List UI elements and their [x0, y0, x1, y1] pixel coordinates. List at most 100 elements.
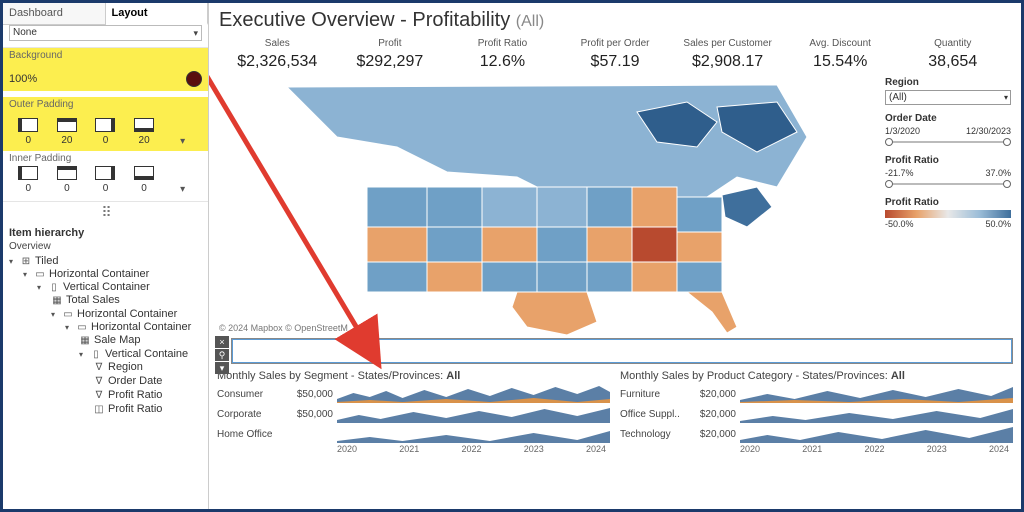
filter-panel: Region (All) Order Date 1/3/2020 12/30/20… — [883, 77, 1013, 335]
kpi-row: Sales $2,326,534 Profit $292,297 Profit Ra… — [217, 38, 1013, 77]
pad-left-icon — [18, 118, 38, 132]
monthly-sales-segment[interactable]: Monthly Sales by Segment - States/Provin… — [217, 370, 610, 454]
item-hierarchy-title: Item hierarchy — [9, 227, 202, 239]
more-icon[interactable]: ▾ — [215, 362, 229, 374]
hcont-icon: ▭ — [76, 322, 88, 333]
orderdate-filter-label: Order Date — [885, 113, 1011, 124]
region-filter-dropdown[interactable]: (All) — [885, 90, 1011, 105]
outer-pad-more-icon[interactable]: ▾ — [180, 136, 185, 147]
filter-icon: ∇ — [93, 362, 105, 373]
axis: 20202021202220232024 — [740, 444, 1013, 454]
inner-pad-bottom[interactable]: 0 — [125, 182, 164, 195]
inner-pad-top[interactable]: 0 — [48, 182, 87, 195]
kpi-label: Profit — [334, 38, 447, 49]
ipad-bottom-icon — [134, 166, 154, 180]
pad-top-icon — [57, 118, 77, 132]
orderdate-slider[interactable] — [885, 137, 1011, 147]
row-cat: Corporate — [217, 409, 291, 420]
sheet-icon: ▦ — [51, 295, 63, 306]
kpi-label: Sales — [221, 38, 334, 49]
tree-profit-ratio[interactable]: Profit Ratio — [108, 389, 162, 401]
border-dropdown[interactable]: None — [9, 25, 202, 41]
selected-container[interactable]: × ⚲ ▾ — [217, 338, 1013, 366]
row-val: $50,000 — [291, 409, 337, 420]
remove-icon[interactable]: × — [215, 336, 229, 348]
dashboard-canvas: Executive Overview - Profitability (All)… — [209, 3, 1021, 509]
orderdate-from: 1/3/2020 — [885, 126, 920, 136]
map-svg — [217, 77, 877, 335]
tree-profit-ratio-2[interactable]: Profit Ratio — [108, 403, 162, 415]
tree-hc3[interactable]: Horizontal Container — [91, 321, 191, 333]
tree-vc[interactable]: Vertical Container — [63, 281, 150, 293]
pr-to: 37.0% — [985, 168, 1011, 178]
legend-max: 50.0% — [985, 219, 1011, 229]
tree-tiled[interactable]: Tiled — [35, 255, 58, 267]
map-credit: © 2024 Mapbox © OpenStreetM — [219, 323, 348, 333]
item-hierarchy-subtitle: Overview — [9, 241, 202, 252]
outer-padding-label: Outer Padding — [9, 99, 202, 110]
kpi-label: Sales per Customer — [671, 38, 784, 49]
row-val: $20,000 — [694, 429, 740, 440]
color-legend — [885, 210, 1011, 218]
legend-min: -50.0% — [885, 219, 914, 229]
filter-icon: ∇ — [93, 376, 105, 387]
ipad-left-icon — [18, 166, 38, 180]
row-cat: Technology — [620, 429, 694, 440]
layout-panel: Dashboard Layout None Background 100% Ou… — [3, 3, 209, 509]
tree-hc2[interactable]: Horizontal Container — [77, 308, 177, 320]
kpi-value: 12.6% — [446, 53, 559, 71]
tree-vc2[interactable]: Vertical Containe — [105, 348, 188, 360]
pr-from: -21.7% — [885, 168, 914, 178]
kpi-value: 15.54% — [784, 53, 897, 71]
profitratio-legend-label: Profit Ratio — [885, 197, 1011, 208]
kpi-value: $292,297 — [334, 53, 447, 71]
tab-dashboard[interactable]: Dashboard — [3, 3, 106, 24]
background-label: Background — [9, 50, 202, 61]
sale-map[interactable]: © 2024 Mapbox © OpenStreetM — [217, 77, 877, 335]
kpi-value: $57.19 — [559, 53, 672, 71]
tree-sale-map[interactable]: Sale Map — [94, 334, 140, 346]
outer-pad-left[interactable]: 0 — [9, 134, 48, 147]
ipad-top-icon — [57, 166, 77, 180]
mini-title: Monthly Sales by Product Category - Stat… — [620, 370, 1013, 382]
hierarchy-tree[interactable]: ⊞Tiled ▭Horizontal Container ▯Vertical C… — [9, 254, 202, 422]
outer-pad-right[interactable]: 0 — [86, 134, 125, 147]
profitratio-slider[interactable] — [885, 179, 1011, 189]
ipad-right-icon — [95, 166, 115, 180]
pad-right-icon — [95, 118, 115, 132]
inner-pad-left[interactable]: 0 — [9, 182, 48, 195]
tree-hc[interactable]: Horizontal Container — [49, 268, 149, 280]
inner-pad-more-icon[interactable]: ▾ — [180, 184, 185, 195]
kpi-label: Profit Ratio — [446, 38, 559, 49]
pad-bottom-icon — [134, 118, 154, 132]
drag-handle-icon[interactable]: ⠿ — [3, 202, 208, 223]
kpi-value: $2,326,534 — [221, 53, 334, 71]
outer-pad-bottom[interactable]: 20 — [125, 134, 164, 147]
dashboard-title: Executive Overview - Profitability (All) — [219, 9, 1013, 32]
orderdate-to: 12/30/2023 — [966, 126, 1011, 136]
tree-region[interactable]: Region — [108, 361, 143, 373]
background-color-swatch[interactable] — [186, 71, 202, 87]
inner-pad-right[interactable]: 0 — [86, 182, 125, 195]
legend-icon: ◫ — [93, 404, 105, 415]
kpi-value: $2,908.17 — [671, 53, 784, 71]
kpi-value: 38,654 — [896, 53, 1009, 71]
kpi-label: Avg. Discount — [784, 38, 897, 49]
row-val: $50,000 — [291, 389, 337, 400]
monthly-sales-category[interactable]: Monthly Sales by Product Category - Stat… — [620, 370, 1013, 454]
region-filter-label: Region — [885, 77, 1011, 88]
background-opacity-value[interactable]: 100% — [9, 73, 37, 85]
inner-padding-label: Inner Padding — [9, 153, 202, 164]
hcont-icon: ▭ — [34, 269, 46, 280]
row-cat: Furniture — [620, 389, 694, 400]
pin-icon[interactable]: ⚲ — [215, 349, 229, 361]
row-cat: Office Suppl.. — [620, 409, 694, 420]
tab-layout[interactable]: Layout — [106, 3, 209, 25]
kpi-label: Profit per Order — [559, 38, 672, 49]
sheet-icon: ▦ — [79, 335, 91, 346]
profitratio-filter-label: Profit Ratio — [885, 155, 1011, 166]
vcont-icon: ▯ — [48, 282, 60, 293]
outer-pad-top[interactable]: 20 — [48, 134, 87, 147]
tree-order-date[interactable]: Order Date — [108, 375, 162, 387]
tree-total-sales[interactable]: Total Sales — [66, 294, 120, 306]
